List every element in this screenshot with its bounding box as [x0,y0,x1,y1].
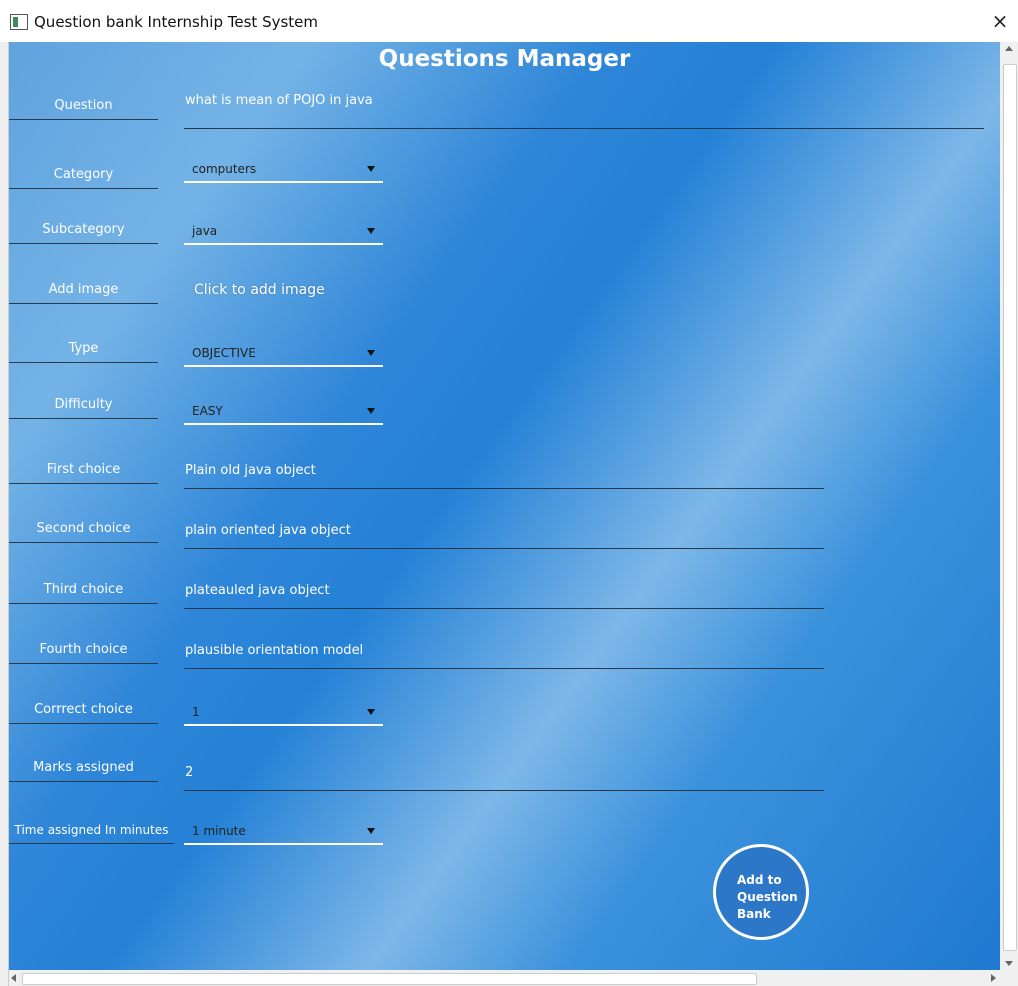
add-to-question-bank-label: Add to Question Bank [737,873,798,921]
marks-value: 2 [185,765,194,780]
first-choice-value: Plain old java object [185,463,316,478]
questions-manager-panel: Questions Manager Question what is mean … [9,42,1000,970]
third-choice-label: Third choice [9,582,158,604]
question-value: what is mean of POJO in java [185,93,373,108]
add-image-label: Add image [9,282,158,304]
chevron-down-icon [367,228,375,234]
category-value: computers [192,162,257,176]
type-select[interactable]: OBJECTIVE [184,343,383,367]
first-choice-label: First choice [9,462,158,484]
add-image-button[interactable]: Click to add image [194,282,325,298]
scroll-right-icon[interactable] [991,974,996,982]
fourth-choice-label: Fourth choice [9,642,158,664]
subcategory-label: Subcategory [9,222,158,244]
question-label: Question [9,98,158,120]
correct-choice-value: 1 [192,705,200,719]
question-field[interactable]: what is mean of POJO in java [184,82,984,129]
type-value: OBJECTIVE [192,346,256,360]
correct-choice-select[interactable]: 1 [184,702,383,726]
add-to-question-bank-button[interactable]: Add to Question Bank [713,844,809,940]
background-window-edge [0,42,9,986]
category-label: Category [9,167,158,189]
category-select[interactable]: computers [184,159,383,183]
type-label: Type [9,341,158,363]
window-titlebar: Question bank Internship Test System × [0,0,1018,43]
page-title: Questions Manager [378,46,631,72]
third-choice-value: plateauled java object [185,583,330,598]
close-icon[interactable]: × [988,10,1012,34]
marks-field[interactable]: 2 [184,749,824,791]
second-choice-value: plain oriented java object [185,523,351,538]
scroll-down-icon[interactable] [1005,961,1013,966]
chevron-down-icon [367,166,375,172]
time-select[interactable]: 1 minute [184,821,383,845]
chevron-down-icon [367,408,375,414]
marks-label: Marks assigned [9,760,158,782]
second-choice-label: Second choice [9,521,158,543]
scroll-up-icon[interactable] [1005,46,1013,51]
correct-choice-label: Corrrect choice [9,702,158,724]
vertical-scrollbar[interactable] [1000,42,1018,970]
time-label: Time assigned In minutes [9,823,174,844]
second-choice-field[interactable]: plain oriented java object [184,507,824,549]
difficulty-value: EASY [192,404,223,418]
third-choice-field[interactable]: plateauled java object [184,567,824,609]
chevron-down-icon [367,709,375,715]
scroll-left-icon[interactable] [11,974,16,982]
horizontal-scrollbar[interactable] [9,970,1000,986]
first-choice-field[interactable]: Plain old java object [184,447,824,489]
chevron-down-icon [367,828,375,834]
subcategory-select[interactable]: java [184,221,383,245]
fourth-choice-field[interactable]: plausible orientation model [184,627,824,669]
app-icon [10,14,28,30]
difficulty-label: Difficulty [9,397,158,419]
subcategory-value: java [192,224,218,238]
time-value: 1 minute [192,824,246,838]
fourth-choice-value: plausible orientation model [185,643,364,658]
scrollbar-corner [1000,970,1018,986]
chevron-down-icon [367,350,375,356]
vertical-scroll-thumb[interactable] [1003,64,1017,951]
window-title: Question bank Internship Test System [34,13,319,31]
difficulty-select[interactable]: EASY [184,401,383,425]
horizontal-scroll-thumb[interactable] [22,973,757,985]
